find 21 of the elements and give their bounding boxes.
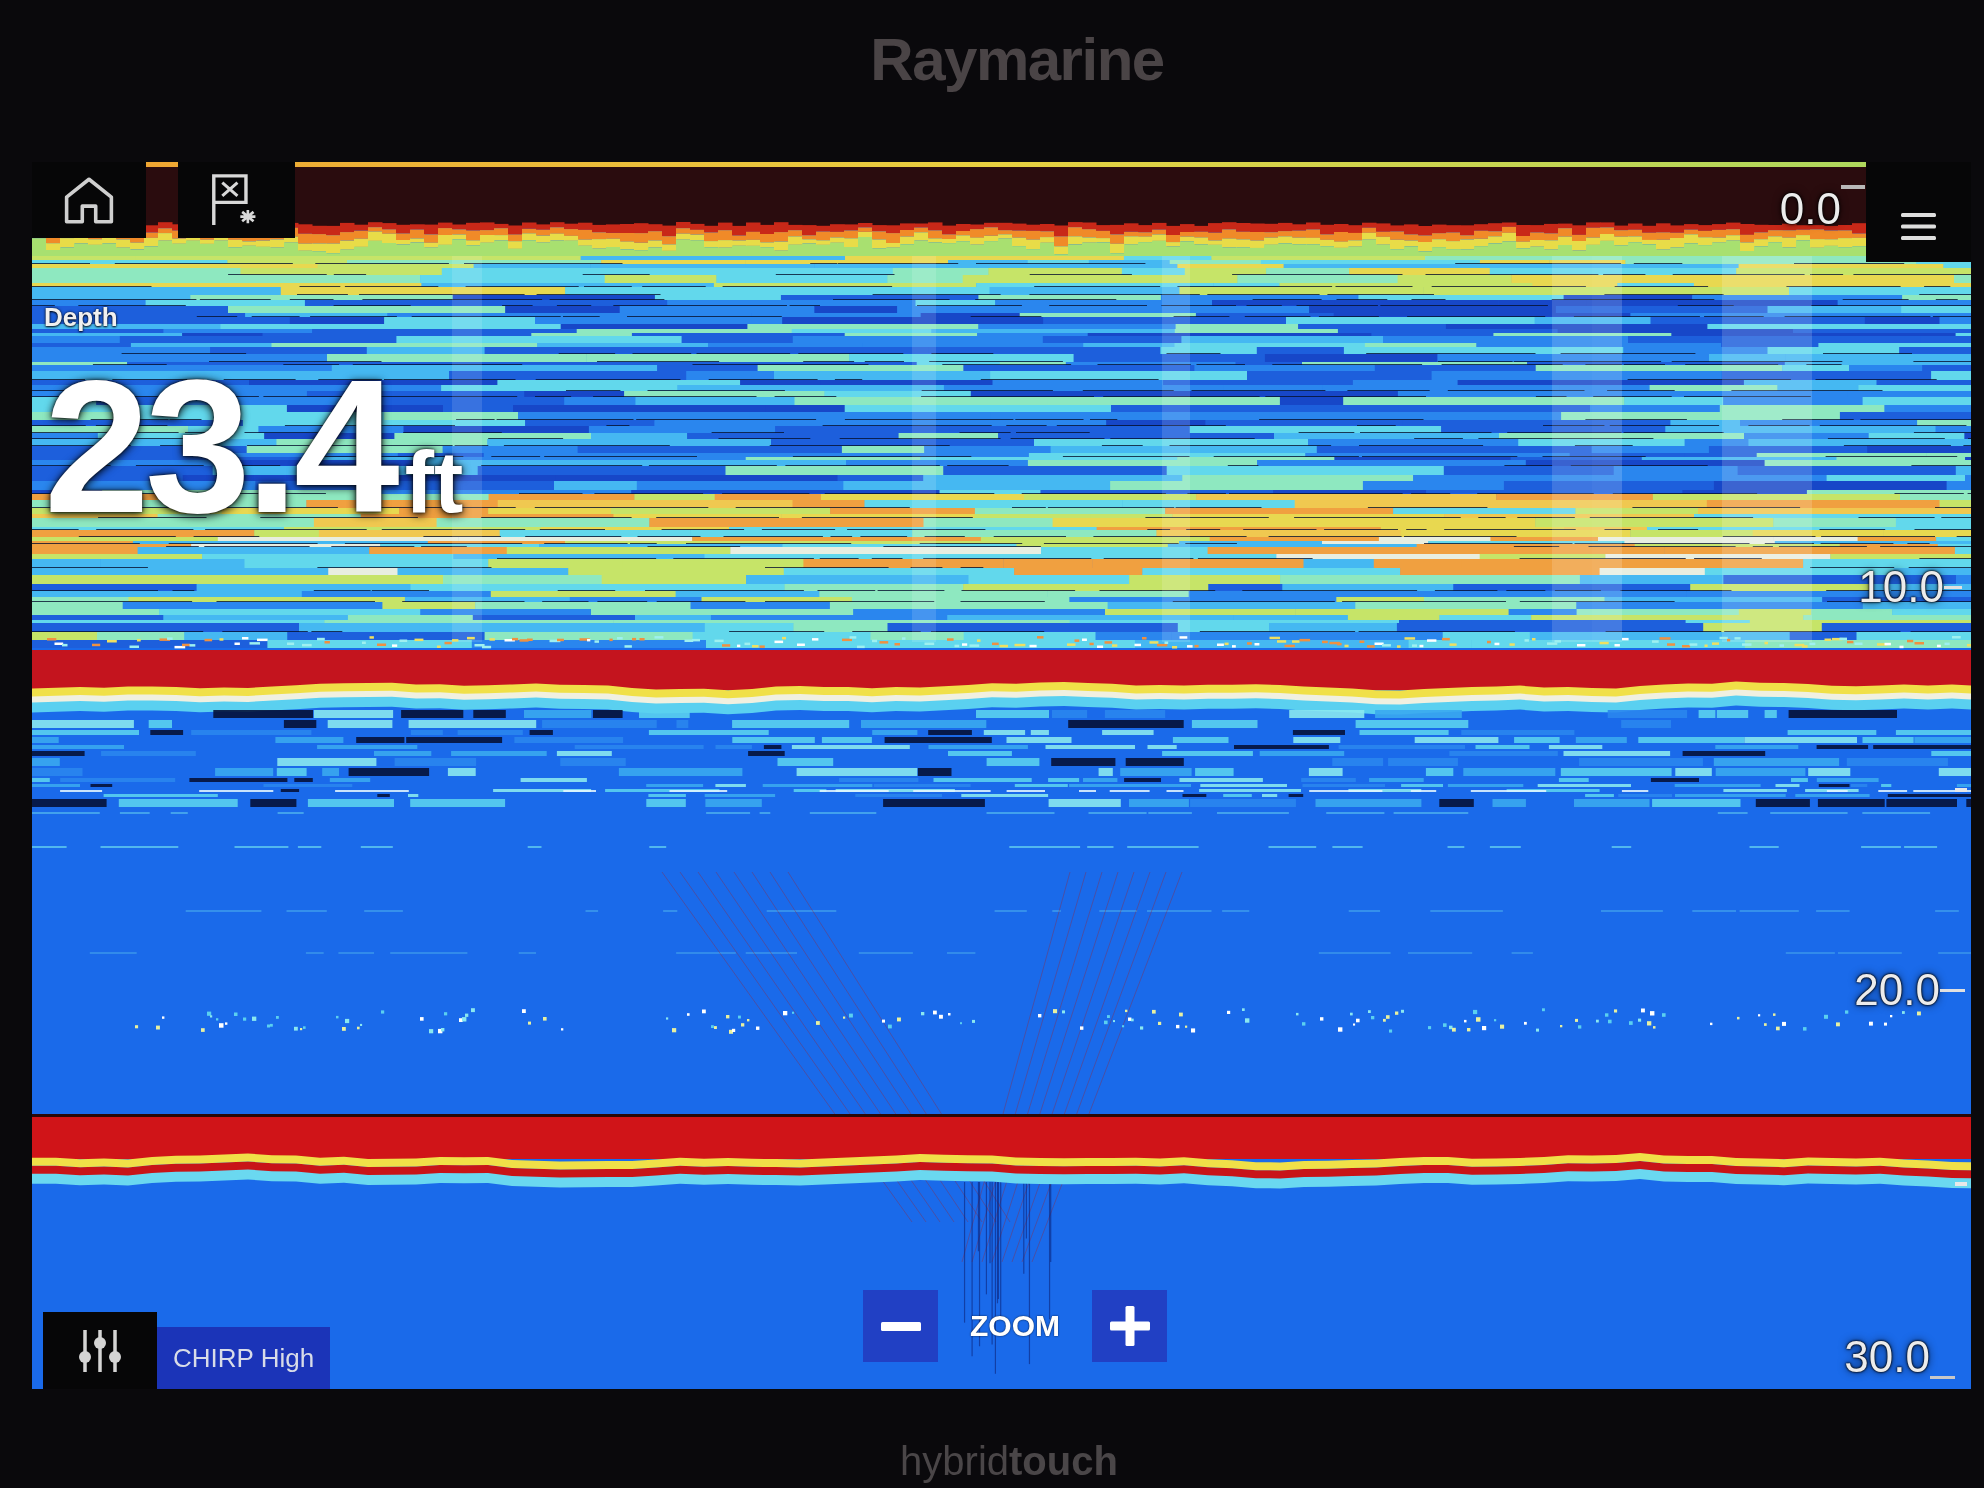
zoom-label: ZOOM bbox=[970, 1311, 1060, 1341]
menu-icon bbox=[1901, 213, 1936, 240]
menu-button[interactable] bbox=[1866, 162, 1971, 262]
brand-logo: Raymarine bbox=[870, 30, 1164, 90]
minus-icon bbox=[880, 1321, 921, 1331]
depth-scale-label: 30.0 bbox=[1844, 1335, 1930, 1379]
settings-button[interactable] bbox=[43, 1312, 157, 1389]
zoom-out-button[interactable] bbox=[863, 1290, 938, 1362]
channel-button[interactable]: CHIRP High bbox=[157, 1327, 331, 1389]
zoom-in-button[interactable] bbox=[1092, 1290, 1167, 1362]
depth-label: Depth bbox=[44, 304, 118, 330]
sliders-icon bbox=[77, 1327, 123, 1374]
model-logo: hybridtouch bbox=[900, 1441, 1118, 1481]
scale-tick-icon bbox=[1930, 1376, 1955, 1379]
depth-scale-label: 0.0 bbox=[1779, 187, 1841, 231]
plus-icon bbox=[1109, 1306, 1150, 1346]
home-icon bbox=[64, 176, 114, 224]
home-button[interactable] bbox=[32, 162, 146, 238]
waypoint-button[interactable] bbox=[178, 162, 295, 238]
depth-scale-label: 20.0 bbox=[1854, 968, 1940, 1012]
scale-tick-icon bbox=[1841, 185, 1865, 189]
